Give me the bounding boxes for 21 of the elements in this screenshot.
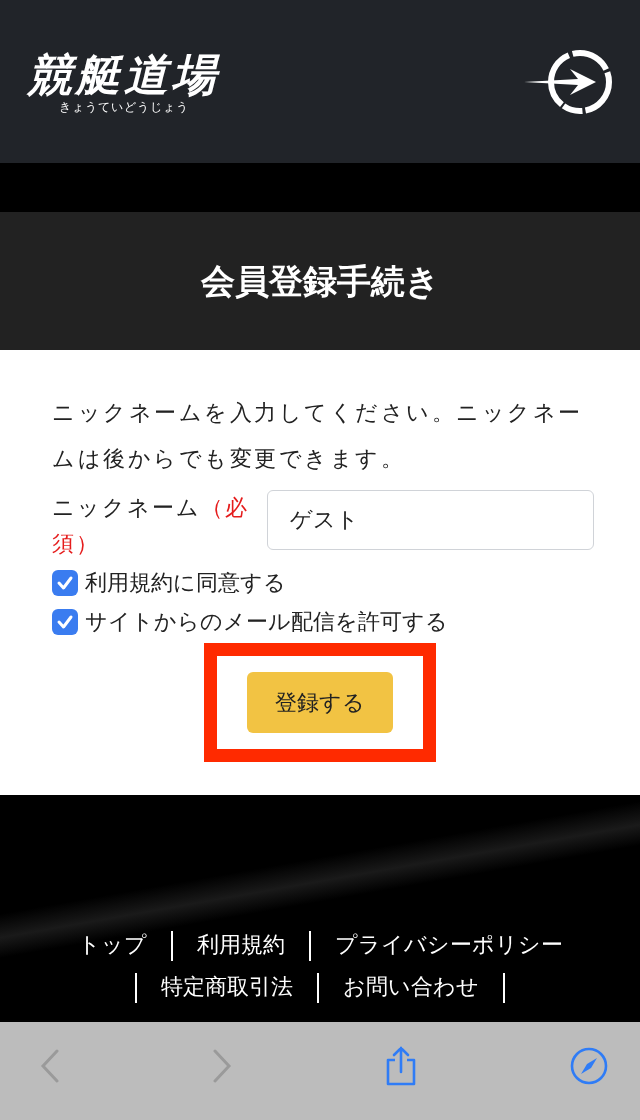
footer-link[interactable]: プライバシーポリシー [334,932,563,957]
logo-reading: きょうていどうじょう [59,99,189,114]
field-label: ニックネーム（必須） [52,494,250,558]
share-icon[interactable] [384,1046,418,1086]
intro-text: ニックネームを入力してください。ニックネームは後からでも変更できます。 [52,399,584,473]
nickname-field[interactable]: ゲスト [267,490,594,550]
register-button[interactable]: 登録する [247,672,393,733]
logo[interactable]: 競艇道場 きょうていどうじょう [28,49,220,114]
checkbox[interactable] [52,609,78,635]
check-icon [56,613,74,631]
checkbox-label: 利用規約に同意する [85,569,286,597]
footer-link[interactable]: 特定商取引法 [161,974,293,999]
footer-link[interactable]: お問い合わせ [343,974,479,999]
checkbox-label: サイトからのメール配信を許可する [85,608,448,636]
checkbox[interactable] [52,570,78,596]
footer-link[interactable]: 利用規約 [196,932,285,957]
footer-link[interactable]: トップ [77,932,147,957]
check-icon [56,574,74,592]
logo-title: 競艇道場 [28,49,220,100]
page-title: 会員登録手続き [200,259,440,303]
compass-icon[interactable] [570,1047,608,1085]
